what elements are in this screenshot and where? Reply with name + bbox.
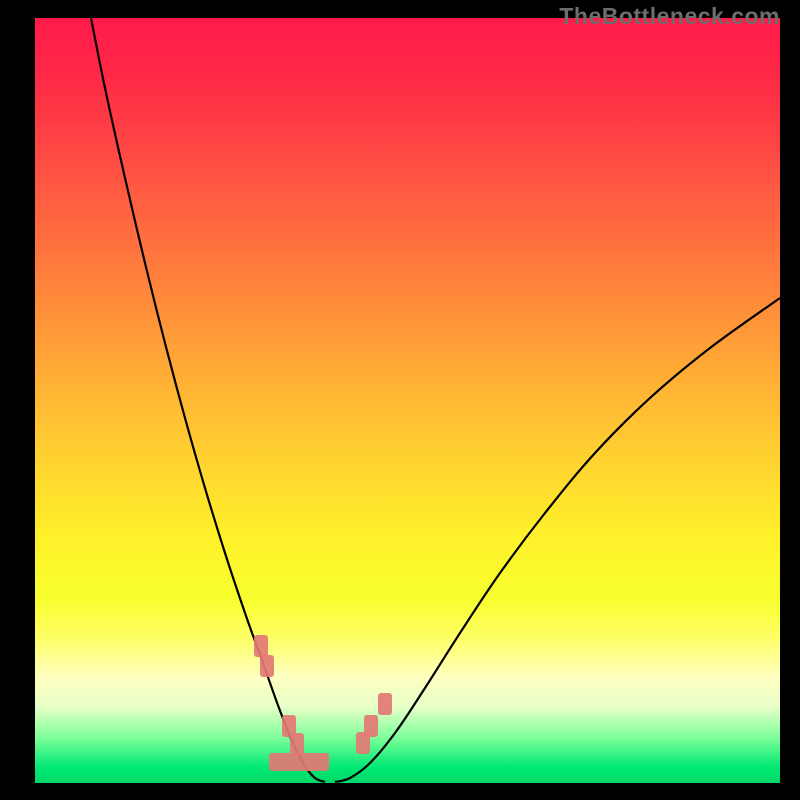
marker-layer <box>35 18 780 783</box>
chart-frame: TheBottleneck.com <box>0 0 800 800</box>
data-marker <box>364 715 378 737</box>
plot-area <box>35 18 780 783</box>
data-marker <box>260 655 274 677</box>
data-marker <box>269 753 329 771</box>
data-marker <box>290 733 304 755</box>
data-marker <box>254 635 268 657</box>
watermark: TheBottleneck.com <box>559 3 780 30</box>
data-marker <box>378 693 392 715</box>
